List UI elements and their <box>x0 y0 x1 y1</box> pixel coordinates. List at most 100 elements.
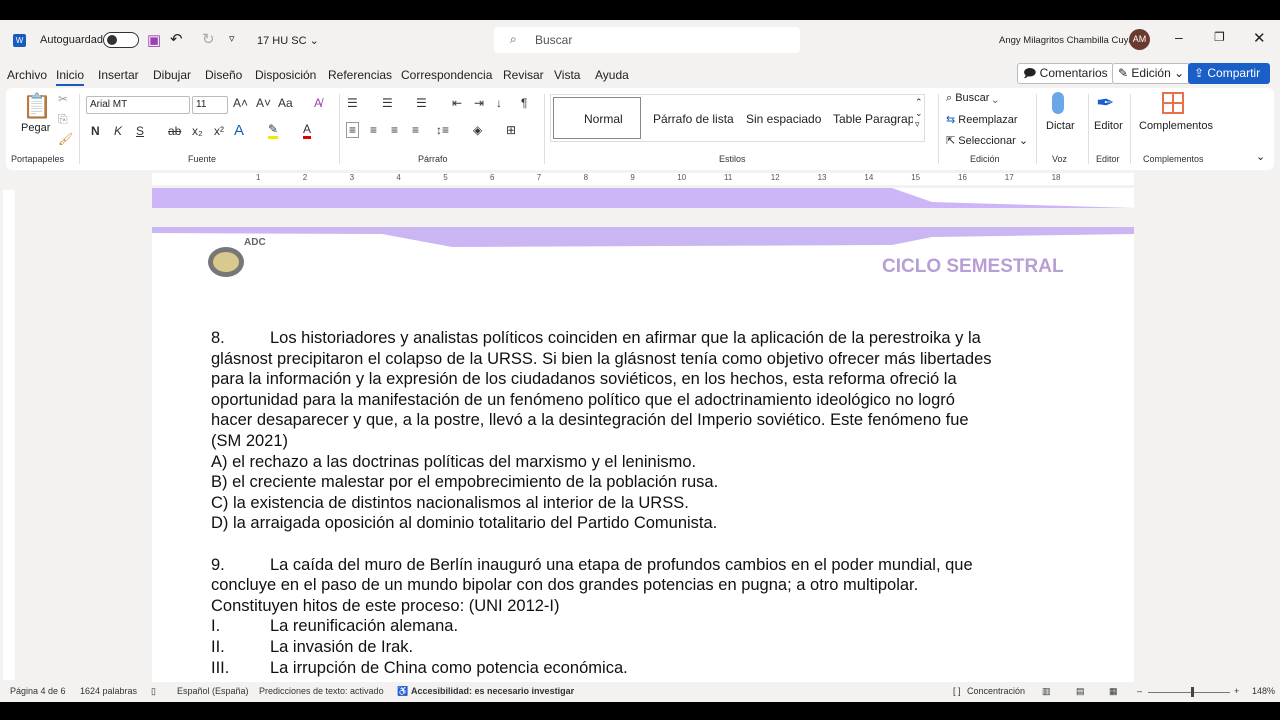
find-button[interactable]: ⌕ Buscar ⌄ <box>946 92 998 105</box>
style-normal[interactable]: Normal <box>584 112 623 126</box>
word-count[interactable]: 1624 palabras <box>80 686 137 696</box>
ruler-number: 17 <box>1004 173 1014 182</box>
align-left-icon[interactable]: ≡ <box>346 122 360 138</box>
addins-icon[interactable] <box>1162 92 1184 114</box>
search-box[interactable]: ⌕ Buscar <box>494 27 800 53</box>
paste-button[interactable]: Pegar <box>21 122 50 134</box>
minimize-icon[interactable]: – <box>1175 29 1183 45</box>
avatar[interactable]: AM <box>1129 29 1150 50</box>
replace-button[interactable]: ⇆ Reemplazar <box>946 113 1018 126</box>
share-button[interactable]: ⇪ Compartir ⌄ <box>1188 63 1270 101</box>
dictate-button[interactable]: Dictar <box>1046 120 1075 132</box>
numbering-icon[interactable]: ☰ <box>382 96 393 110</box>
web-layout-icon[interactable]: ▦ <box>1109 686 1118 697</box>
print-layout-icon[interactable]: ▤ <box>1076 686 1085 697</box>
page-count[interactable]: Página 4 de 6 <box>10 686 66 696</box>
document-page[interactable]: ADC CICLO SEMESTRAL 8. Los historiadores … <box>152 227 1134 682</box>
font-name-select[interactable]: Arial MT <box>86 96 190 114</box>
vertical-ruler[interactable] <box>3 190 15 680</box>
cut-icon[interactable]: ✂ <box>58 92 68 106</box>
editor-icon[interactable]: ✒ <box>1096 90 1114 116</box>
superscript-icon[interactable]: x² <box>214 124 224 138</box>
zoom-level[interactable]: 148% <box>1252 686 1275 696</box>
customize-toolbar-icon[interactable]: ▿ <box>229 32 235 45</box>
tab-ayuda[interactable]: Ayuda <box>595 68 629 82</box>
ruler-number: 18 <box>1051 173 1061 182</box>
autosave-toggle[interactable] <box>103 32 139 48</box>
focus-mode-button[interactable]: Concentración <box>967 686 1025 696</box>
tab-insertar[interactable]: Insertar <box>98 68 139 82</box>
item-text: La irrupción de China como potencia econ… <box>270 658 628 677</box>
zoom-out-icon[interactable]: – <box>1137 686 1142 696</box>
strikethrough-icon[interactable]: ab <box>168 124 181 138</box>
bullets-icon[interactable]: ☰ <box>347 96 358 110</box>
editor-button[interactable]: Editor <box>1094 120 1123 132</box>
shading-icon[interactable]: ◈ <box>473 123 482 137</box>
close-icon[interactable]: ✕ <box>1253 29 1266 47</box>
editing-mode-button[interactable]: ✎ Edición ⌄ <box>1112 63 1191 84</box>
italic-button[interactable]: K <box>114 124 122 138</box>
highlight-icon[interactable]: ✎ <box>268 122 279 139</box>
increase-indent-icon[interactable]: ⇥ <box>474 96 484 110</box>
underline-button[interactable]: S <box>136 124 144 138</box>
redo-icon[interactable]: ↻ <box>202 30 215 48</box>
tab-correspondencia[interactable]: Correspondencia <box>401 68 492 82</box>
align-right-icon[interactable]: ≡ <box>391 123 398 137</box>
style-list-paragraph[interactable]: Párrafo de lista <box>653 112 734 126</box>
align-center-icon[interactable]: ≡ <box>370 123 377 137</box>
tab-revisar[interactable]: Revisar <box>503 68 544 82</box>
tab-diseno[interactable]: Diseño <box>205 68 242 82</box>
addins-button[interactable]: Complementos <box>1139 120 1213 132</box>
tab-inicio[interactable]: Inicio <box>56 68 85 86</box>
clear-format-icon[interactable]: A̸ <box>314 96 322 110</box>
zoom-slider[interactable] <box>1148 687 1230 697</box>
tab-referencias[interactable]: Referencias <box>328 68 392 82</box>
tab-dibujar[interactable]: Dibujar <box>153 68 191 82</box>
paste-icon[interactable]: 📋 <box>22 92 52 121</box>
document-name[interactable]: 17 HU SC ⌄ <box>257 34 319 47</box>
language[interactable]: Español (España) <box>177 686 249 696</box>
borders-icon[interactable]: ⊞ <box>506 123 516 137</box>
justify-icon[interactable]: ≡ <box>412 123 419 137</box>
read-mode-icon[interactable]: ▥ <box>1042 686 1051 697</box>
microphone-icon[interactable] <box>1052 92 1064 114</box>
undo-icon[interactable]: ↶ <box>170 30 183 48</box>
sort-icon[interactable]: ↓ <box>496 96 502 110</box>
proofing-icon[interactable]: ▯ <box>151 686 156 697</box>
save-icon[interactable]: ▣ <box>147 31 161 49</box>
collapse-ribbon-icon[interactable]: ⌄ <box>1256 150 1265 163</box>
zoom-in-icon[interactable]: + <box>1234 686 1239 696</box>
tab-archivo[interactable]: Archivo <box>7 68 47 82</box>
format-painter-icon[interactable]: 🖌 <box>58 132 73 146</box>
tab-vista[interactable]: Vista <box>554 68 580 82</box>
styles-more-icon[interactable]: ⌃ ⌄ ▿ <box>915 97 923 130</box>
document-body[interactable]: 8. Los historiadores y analistas político… <box>211 328 992 678</box>
decrease-indent-icon[interactable]: ⇤ <box>452 96 462 110</box>
user-name[interactable]: Angy Milagritos Chambilla Cuya <box>999 35 1134 46</box>
horizontal-ruler[interactable]: 1 2 3 4 5 6 7 8 9 10 11 12 13 14 15 16 17 18 <box>0 170 1280 188</box>
bold-button[interactable]: N <box>91 124 100 138</box>
style-no-spacing[interactable]: Sin espaciado <box>746 112 821 126</box>
copy-icon[interactable]: ⎘ <box>58 112 68 127</box>
font-color-icon[interactable]: A <box>303 122 312 139</box>
text-line: Constituyen hitos de este proceso: (UNI … <box>211 596 560 615</box>
tab-disposicion[interactable]: Disposición <box>255 68 316 82</box>
text-effects-icon[interactable]: A <box>234 122 244 139</box>
restore-icon[interactable]: ❐ <box>1214 30 1225 44</box>
change-case-button[interactable]: Aa <box>278 96 293 110</box>
select-label: Seleccionar <box>958 135 1016 147</box>
show-marks-icon[interactable]: ¶ <box>521 96 527 110</box>
comments-button[interactable]: 🗩 Comentarios <box>1017 63 1114 84</box>
multilevel-list-icon[interactable]: ☰ <box>416 96 427 110</box>
zoom-slider-thumb[interactable] <box>1191 687 1194 697</box>
grow-font-icon[interactable]: A˄ <box>233 96 248 110</box>
text-predictions[interactable]: Predicciones de texto: activado <box>259 686 384 696</box>
ruler-number: 3 <box>349 173 355 182</box>
font-size-select[interactable]: 11 <box>192 96 228 114</box>
shrink-font-icon[interactable]: A˅ <box>256 96 271 110</box>
accessibility-status[interactable]: Accesibilidad: es necesario investigar <box>411 686 574 696</box>
subscript-icon[interactable]: x₂ <box>192 124 203 138</box>
style-table-paragraph[interactable]: Table Paragrap <box>833 112 913 126</box>
select-button[interactable]: ⇱ Seleccionar ⌄ <box>946 134 1028 147</box>
line-spacing-icon[interactable]: ↕≡ <box>436 123 449 137</box>
